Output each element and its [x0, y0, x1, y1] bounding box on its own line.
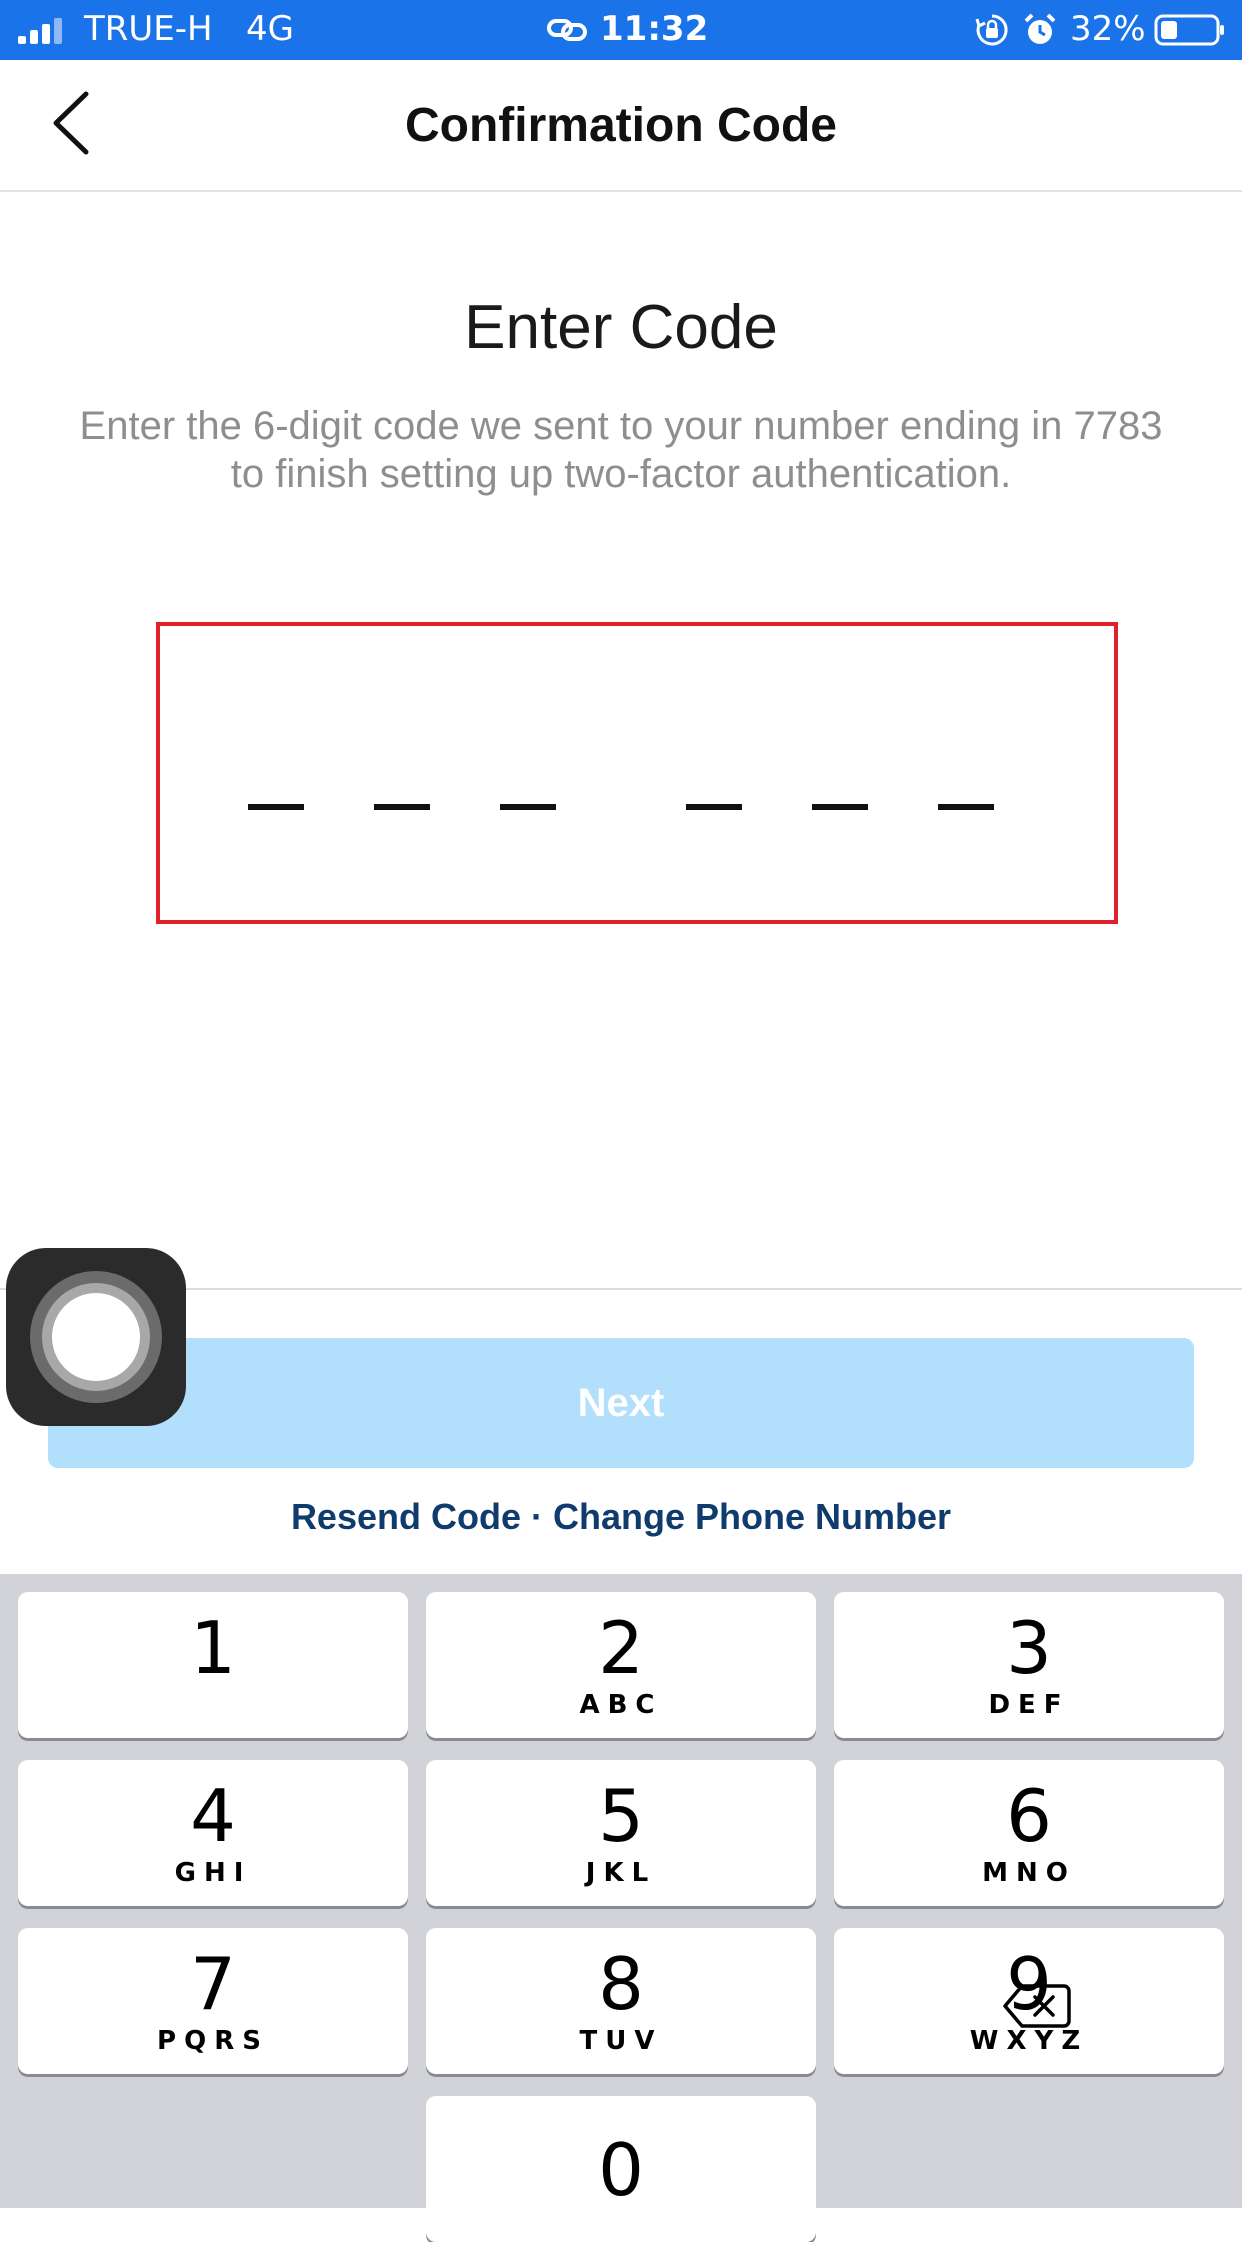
- next-button[interactable]: Next: [48, 1338, 1194, 1468]
- key-letters: GHI: [174, 1858, 252, 1888]
- instructions-text: Enter the 6-digit code we sent to your n…: [79, 404, 1163, 496]
- key-letters: PQRS: [157, 2026, 269, 2056]
- enter-code-heading: Enter Code: [464, 293, 778, 362]
- network-type: 4G: [246, 9, 294, 49]
- key-3[interactable]: 3 DEF: [834, 1592, 1224, 1738]
- key-digit: 2: [598, 1606, 644, 1690]
- code-slot-2: [374, 804, 430, 810]
- battery-percent: 32%: [1070, 9, 1146, 49]
- code-slot-1: [248, 804, 304, 810]
- link-separator: ·: [531, 1496, 543, 1537]
- numeric-keypad: 1 2 ABC 3 DEF 4 GHI 5 JKL 6 MNO 7 PQRS 8…: [0, 1574, 1242, 2242]
- code-slot-5: [812, 804, 868, 810]
- key-digit: 7: [190, 1942, 236, 2026]
- key-digit: 6: [1006, 1774, 1052, 1858]
- nav-header: Confirmation Code: [0, 60, 1242, 192]
- code-slot-3: [500, 804, 556, 810]
- key-digit: 5: [598, 1774, 644, 1858]
- status-bar: TRUE-H 4G 11:32 32%: [0, 0, 1242, 60]
- link-icon: [547, 19, 587, 41]
- page-title: Confirmation Code: [405, 99, 837, 152]
- battery-icon: [1154, 14, 1224, 46]
- key-letters: TUV: [579, 2026, 663, 2056]
- key-letters: MNO: [982, 1858, 1076, 1888]
- code-input[interactable]: [156, 622, 1118, 924]
- key-digit: 8: [598, 1942, 644, 2026]
- code-slot-6: [938, 804, 994, 810]
- assistive-core: [52, 1293, 140, 1381]
- key-letters: WXYZ: [969, 2026, 1089, 2056]
- key-letters: ABC: [579, 1690, 663, 1720]
- key-1[interactable]: 1: [18, 1592, 408, 1738]
- code-slot-4: [686, 804, 742, 810]
- key-digit: 4: [190, 1774, 236, 1858]
- key-7[interactable]: 7 PQRS: [18, 1928, 408, 2074]
- key-digit: 1: [190, 1606, 236, 1690]
- links-row: Resend Code · Change Phone Number: [0, 1496, 1242, 1538]
- signal-icon: [18, 18, 62, 44]
- key-4[interactable]: 4 GHI: [18, 1760, 408, 1906]
- key-2[interactable]: 2 ABC: [426, 1592, 816, 1738]
- assistive-touch-button[interactable]: [6, 1248, 186, 1426]
- key-letters: DEF: [988, 1690, 1070, 1720]
- key-digit: 3: [1006, 1606, 1052, 1690]
- resend-code-link[interactable]: Resend Code: [291, 1496, 521, 1537]
- divider: [0, 1288, 1242, 1290]
- orientation-lock-icon: [975, 14, 1008, 46]
- change-phone-link[interactable]: Change Phone Number: [553, 1496, 951, 1537]
- key-0[interactable]: 0: [426, 2096, 816, 2242]
- backspace-icon[interactable]: [1002, 1982, 1072, 2030]
- clock-time: 11:32: [600, 9, 709, 49]
- carrier-label: TRUE-H: [84, 9, 213, 49]
- key-8[interactable]: 8 TUV: [426, 1928, 816, 2074]
- key-6[interactable]: 6 MNO: [834, 1760, 1224, 1906]
- key-5[interactable]: 5 JKL: [426, 1760, 816, 1906]
- key-letters: JKL: [585, 1858, 657, 1888]
- key-digit: 0: [598, 2128, 644, 2212]
- alarm-icon: [1024, 13, 1056, 44]
